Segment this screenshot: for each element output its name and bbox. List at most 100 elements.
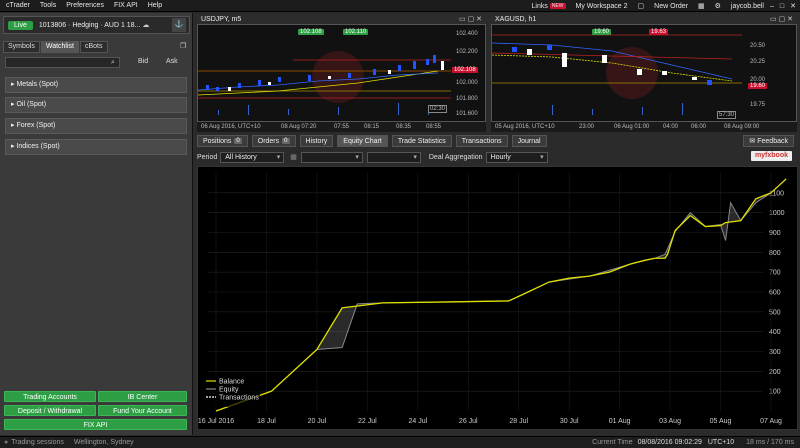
tab-transactions[interactable]: Transactions — [455, 135, 508, 147]
tab-orders[interactable]: Orders 0 — [251, 135, 296, 147]
count-badge: 0 — [282, 138, 290, 144]
cloud-icon: ☁ — [142, 22, 150, 29]
x-tick-label: 28 Jul — [509, 418, 528, 425]
links-menu[interactable]: Links — [532, 3, 548, 10]
tab-equity-chart[interactable]: Equity Chart — [337, 135, 388, 147]
menu-bar: cTrader Tools Preferences FIX API Help L… — [0, 0, 800, 12]
date-from-select[interactable]: ▾ — [300, 151, 363, 163]
window-controls[interactable]: ▭ ▢ ✕ — [770, 15, 793, 23]
deposit-icon[interactable]: ⚓ — [172, 18, 186, 32]
time-tick: 06 Aug 2016, UTC+10 — [201, 124, 261, 130]
x-tick-label: 01 Aug — [609, 418, 631, 425]
menu-help[interactable]: Help — [148, 2, 162, 9]
bid-header: Bid — [138, 58, 149, 65]
axis-tick: 102.000 — [456, 80, 478, 86]
trading-accounts-button[interactable]: Trading Accounts — [4, 391, 96, 402]
group-label: Oil (Spot) — [16, 101, 47, 108]
time-tick: 08:15 — [364, 124, 380, 130]
symbol-search-input[interactable] — [5, 57, 120, 68]
feedback-button[interactable]: ✉ Feedback — [743, 135, 794, 147]
menu-tools[interactable]: Tools — [40, 2, 56, 9]
menu-preferences[interactable]: Preferences — [66, 2, 104, 9]
group-oil[interactable]: ▸ Oil (Spot) — [5, 97, 187, 113]
filter-bar: Period All History ▾ ▦ ▾ ▾ Deal Aggregati… — [197, 150, 797, 164]
group-forex[interactable]: ▸ Forex (Spot) — [5, 118, 187, 134]
minimize-icon[interactable]: – — [770, 3, 774, 10]
ib-center-button[interactable]: IB Center — [98, 391, 187, 402]
chart-usdjpy[interactable]: USDJPY, m5 ▭ ▢ ✕ 102.108 102.110 102.108… — [197, 14, 486, 132]
tab-history[interactable]: History — [299, 135, 334, 147]
series-balance-line — [215, 178, 787, 412]
account-bar[interactable]: Live 1013806 · Hedging · AUD 1 18... ☁ ⚓ — [3, 16, 190, 34]
tab-journal[interactable]: Journal — [511, 135, 547, 147]
current-time: 08/08/2016 09:02:29 — [637, 439, 702, 446]
grid-icon[interactable]: ▦ — [698, 2, 705, 10]
workspace-menu[interactable]: My Workspace 2 — [576, 3, 628, 10]
chevron-down-icon: ▾ — [276, 153, 281, 161]
tab-trade-statistics[interactable]: Trade Statistics — [391, 135, 452, 147]
chart-plot[interactable]: 102.108 102.110 102.108 102.400 102.200 … — [197, 24, 486, 122]
fix-api-button[interactable]: FIX API — [4, 419, 187, 430]
axis-tick: 102.200 — [456, 49, 478, 55]
chart-header: USDJPY, m5 ▭ ▢ ✕ — [197, 14, 486, 24]
time-tick: 08 Aug 09:00 — [724, 124, 760, 130]
axis-tick: 19.75 — [750, 102, 766, 108]
window-icon[interactable]: ▢ — [638, 2, 645, 10]
count-badge: 0 — [234, 138, 242, 144]
left-tabs: Symbols Watchlist cBots — [3, 41, 109, 53]
latency: 18 ms / 170 ms — [746, 439, 794, 446]
close-icon[interactable]: ✕ — [790, 2, 796, 10]
x-tick-label: 05 Aug — [710, 418, 732, 425]
candle-timer: 57:30 — [717, 111, 737, 119]
settings-icon[interactable]: ⚙ — [715, 2, 721, 10]
window-controls[interactable]: ▭ ▢ ✕ — [459, 15, 482, 23]
chart-xagusd[interactable]: XAGUSD, h1 ▭ ▢ ✕ 19.60 19.63 19.60 20.50… — [491, 14, 797, 132]
tab-cbots[interactable]: cBots — [79, 41, 108, 53]
group-label: Indices (Spot) — [16, 143, 60, 150]
buy-price-box[interactable]: 19.63 — [649, 29, 669, 35]
time-tick: 07:55 — [334, 124, 350, 130]
menu-ctrader[interactable]: cTrader — [6, 2, 30, 9]
axis-tick: 101.600 — [456, 111, 478, 117]
chart-title: USDJPY, m5 — [201, 15, 242, 23]
group-metals[interactable]: ▸ Metals (Spot) — [5, 77, 187, 93]
chart-plot[interactable]: 19.60 19.63 19.60 20.50 20.25 20.00 19.7… — [491, 24, 797, 122]
buy-price-box[interactable]: 102.110 — [343, 29, 369, 35]
deposit-withdrawal-button[interactable]: Deposit / Withdrawal — [4, 405, 96, 416]
x-tick-label: 03 Aug — [659, 418, 681, 425]
maximize-icon[interactable]: □ — [780, 3, 784, 10]
myfxbook-logo[interactable]: myfxbook — [750, 151, 792, 161]
tab-symbols[interactable]: Symbols — [3, 41, 40, 53]
sell-price-box[interactable]: 19.60 — [592, 29, 612, 35]
calendar-icon[interactable]: ▦ — [290, 153, 297, 161]
legend-label: Transactions — [219, 395, 259, 402]
menu-fix-api[interactable]: FIX API — [114, 2, 138, 9]
new-order-button[interactable]: New Order — [654, 3, 688, 10]
search-icon[interactable]: ⌕ — [111, 57, 120, 68]
fund-account-button[interactable]: Fund Your Account — [98, 405, 187, 416]
ask-header: Ask — [166, 58, 178, 65]
price-tag: 102.108 — [452, 67, 478, 73]
period-select[interactable]: All History ▾ — [220, 151, 285, 163]
aggregation-select[interactable]: Hourly ▾ — [485, 151, 548, 163]
date-to-select[interactable]: ▾ — [366, 151, 421, 163]
sell-price-box[interactable]: 102.108 — [298, 29, 324, 35]
time-tick: 23:00 — [579, 124, 595, 130]
aggregation-value: Hourly — [490, 153, 511, 161]
equity-chart[interactable]: 100 200 300 400 500 600 700 800 900 1000 1100 16 Ju… — [197, 166, 798, 430]
app-window: cTrader Tools Preferences FIX API Help L… — [0, 0, 800, 448]
chevron-down-icon: ▾ — [355, 153, 359, 161]
live-badge[interactable]: Live — [8, 20, 33, 30]
trading-sessions[interactable]: Trading sessions — [11, 439, 64, 446]
copy-icon[interactable]: ❐ — [180, 42, 186, 50]
period-label: Period — [197, 153, 218, 161]
x-tick-label: 24 Jul — [408, 418, 427, 425]
user-menu[interactable]: jaycob.bell — [731, 3, 764, 10]
timezone[interactable]: UTC+10 — [708, 439, 734, 446]
tab-watchlist[interactable]: Watchlist — [40, 41, 79, 53]
tab-positions[interactable]: Positions 0 — [197, 135, 248, 147]
axis-tick: 20.00 — [750, 77, 766, 83]
group-indices[interactable]: ▸ Indices (Spot) — [5, 139, 187, 155]
account-info[interactable]: 1013806 · Hedging · AUD 1 18... — [39, 22, 141, 29]
chart-title: XAGUSD, h1 — [495, 15, 537, 23]
